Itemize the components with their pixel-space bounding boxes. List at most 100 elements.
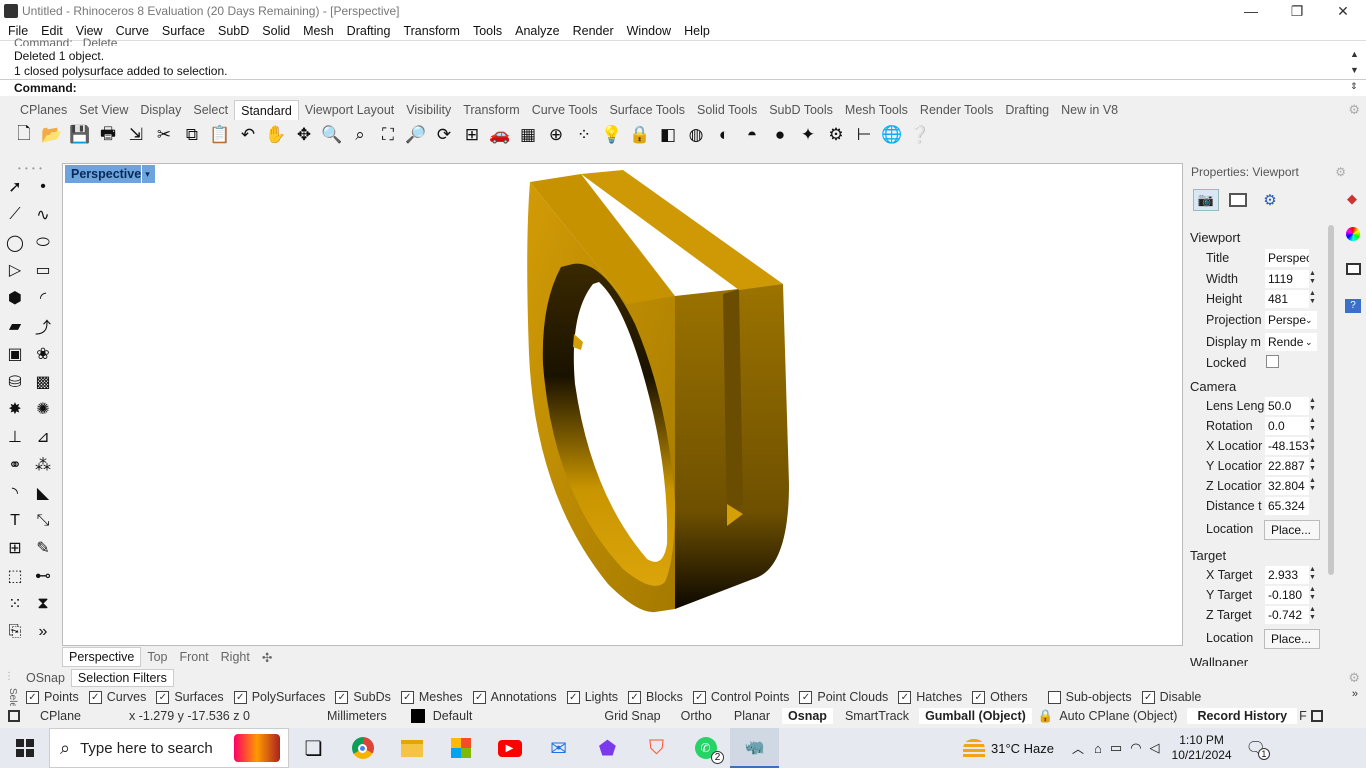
- restore-button[interactable]: ❐: [1274, 0, 1320, 22]
- edit-icon[interactable]: ✎: [30, 535, 56, 561]
- gear-icon[interactable]: ⚙: [1335, 165, 1346, 179]
- zoom-window-icon[interactable]: ⌕: [346, 121, 374, 149]
- prop-value-rotation[interactable]: 0.0: [1265, 417, 1309, 435]
- task-view-icon[interactable]: ❏: [289, 728, 338, 768]
- prop-value-z-location[interactable]: 32.804: [1265, 477, 1309, 495]
- lock-icon[interactable]: 🔒: [626, 121, 654, 149]
- chevron-down-icon[interactable]: ⌄: [1305, 333, 1313, 351]
- tab-viewport-layout[interactable]: Viewport Layout: [299, 100, 400, 120]
- perspective-viewport[interactable]: Perspective ▾: [62, 163, 1183, 646]
- gear-icon[interactable]: ⚙: [822, 121, 850, 149]
- tab-render-tools[interactable]: Render Tools: [914, 100, 999, 120]
- filter-surfaces[interactable]: ✓ Surfaces: [156, 690, 224, 704]
- tab-transform[interactable]: Transform: [457, 100, 526, 120]
- help-icon[interactable]: ?: [1345, 299, 1361, 313]
- mesh-icon[interactable]: ▩: [30, 369, 56, 395]
- open-icon[interactable]: 📂: [38, 121, 66, 149]
- prop-value-title[interactable]: Perspecti: [1265, 249, 1309, 267]
- filter-checkbox[interactable]: ✓: [1141, 690, 1155, 704]
- spinner-icon[interactable]: ▲ ▼: [1309, 437, 1316, 453]
- spinner-icon[interactable]: ▲ ▼: [1309, 457, 1316, 473]
- place-button[interactable]: Place...: [1264, 520, 1320, 540]
- ring-model[interactable]: [63, 164, 1184, 647]
- taskbar-search[interactable]: ⌕ Type here to search: [49, 728, 289, 768]
- clock[interactable]: 1:10 PM 10/21/2024: [1172, 733, 1232, 763]
- arc-icon[interactable]: ◜: [30, 285, 56, 311]
- burst-icon[interactable]: ✺: [30, 396, 56, 422]
- sphere-group-icon[interactable]: ❀: [30, 341, 56, 367]
- points-icon[interactable]: ⁘: [570, 121, 598, 149]
- osnap-toggle[interactable]: Osnap: [782, 708, 833, 724]
- viewport-frame-icon[interactable]: [1225, 189, 1251, 211]
- filter-hatches[interactable]: ✓ Hatches: [898, 690, 962, 704]
- filter-checkbox[interactable]: ✓: [335, 690, 349, 704]
- scroll-up-icon[interactable]: ▲: [1350, 49, 1362, 59]
- gear-icon[interactable]: ⚙: [1348, 102, 1360, 118]
- boolean-icon[interactable]: ⁂: [30, 452, 56, 478]
- weather-widget[interactable]: 31°C Haze: [963, 739, 1054, 757]
- filter-checkbox[interactable]: ✓: [88, 690, 102, 704]
- gumball-toggle[interactable]: Gumball (Object): [919, 708, 1032, 724]
- filter-polysurfaces[interactable]: ✓ PolySurfaces: [233, 690, 325, 704]
- four-viewports-icon[interactable]: ⊞: [458, 121, 486, 149]
- filter-checkbox[interactable]: ✓: [156, 690, 170, 704]
- layers-icon[interactable]: ◆: [1347, 191, 1357, 207]
- filter-annotations[interactable]: ✓ Annotations: [472, 690, 557, 704]
- filter-subds[interactable]: ✓ SubDs: [335, 690, 391, 704]
- layer-label[interactable]: Default: [433, 709, 473, 723]
- record-history-toggle[interactable]: Record History: [1187, 708, 1298, 724]
- menu-transform[interactable]: Transform: [403, 24, 460, 38]
- point-icon[interactable]: •: [30, 174, 56, 200]
- filter-checkbox[interactable]: ✓: [692, 690, 706, 704]
- properties-scrollbar[interactable]: [1328, 225, 1334, 575]
- panel-toggle-icon[interactable]: [1310, 710, 1323, 722]
- circle-icon[interactable]: ◯: [2, 230, 28, 256]
- tab-set-view[interactable]: Set View: [73, 100, 134, 120]
- chevron-down-icon[interactable]: ⌄: [1305, 311, 1313, 329]
- place-button[interactable]: Place...: [1264, 629, 1320, 649]
- file-explorer-icon[interactable]: [387, 728, 436, 768]
- prop-value-x-target[interactable]: 2.933: [1265, 566, 1309, 584]
- ortho-toggle[interactable]: Ortho: [681, 709, 712, 723]
- mail-icon[interactable]: ✉: [534, 728, 583, 768]
- tab-standard[interactable]: Standard: [234, 100, 299, 120]
- bottom-tab-selection-filters[interactable]: Selection Filters: [70, 669, 174, 687]
- zoom-selected-icon[interactable]: 🔎: [402, 121, 430, 149]
- menu-surface[interactable]: Surface: [162, 24, 205, 38]
- text-icon[interactable]: T: [2, 508, 28, 534]
- chevron-up-icon[interactable]: ︿: [1072, 740, 1084, 757]
- grid-snap-toggle[interactable]: Grid Snap: [604, 709, 660, 723]
- dim-icon[interactable]: ⊷: [30, 563, 56, 589]
- cylinder-icon[interactable]: ⛁: [2, 369, 28, 395]
- render-sphere-icon[interactable]: ●: [766, 121, 794, 149]
- history-icon[interactable]: ⎘: [2, 619, 28, 645]
- select-arrow-icon[interactable]: ➚: [2, 174, 28, 200]
- bulb-icon[interactable]: 💡: [598, 121, 626, 149]
- filter-lights[interactable]: ✓ Lights: [566, 690, 618, 704]
- viewport-tab-right[interactable]: Right: [215, 650, 256, 664]
- rhino-taskbar-icon[interactable]: 🦏: [730, 728, 779, 768]
- spinner-icon[interactable]: ▲ ▼: [1309, 566, 1316, 582]
- minimize-button[interactable]: —: [1228, 0, 1274, 22]
- filter-disable[interactable]: ✓ Disable: [1141, 690, 1201, 704]
- menu-tools[interactable]: Tools: [473, 24, 502, 38]
- spinner-icon[interactable]: ▲ ▼: [1309, 417, 1316, 433]
- dimension-icon[interactable]: ⊢: [850, 121, 878, 149]
- camera-icon[interactable]: 📷: [1193, 189, 1219, 211]
- gear-shape-icon[interactable]: ⬢: [2, 285, 28, 311]
- notifications-icon[interactable]: 🗨 1: [1246, 738, 1270, 760]
- tab-drafting[interactable]: Drafting: [999, 100, 1055, 120]
- filter-checkbox[interactable]: ✓: [400, 690, 414, 704]
- viewport-tab-perspective[interactable]: Perspective: [62, 647, 142, 667]
- grid-icon[interactable]: ▦: [514, 121, 542, 149]
- car-icon[interactable]: 🚗: [486, 121, 514, 149]
- align-icon[interactable]: ⧗: [30, 591, 56, 617]
- locked-checkbox[interactable]: [1266, 355, 1279, 368]
- menu-analyze[interactable]: Analyze: [515, 24, 559, 38]
- curve-icon[interactable]: ∿: [30, 202, 56, 228]
- menu-solid[interactable]: Solid: [262, 24, 290, 38]
- menu-curve[interactable]: Curve: [116, 24, 149, 38]
- project-icon[interactable]: ⊥: [2, 424, 28, 450]
- windows-start-icon[interactable]: [0, 728, 49, 768]
- filter-curves[interactable]: ✓ Curves: [88, 690, 146, 704]
